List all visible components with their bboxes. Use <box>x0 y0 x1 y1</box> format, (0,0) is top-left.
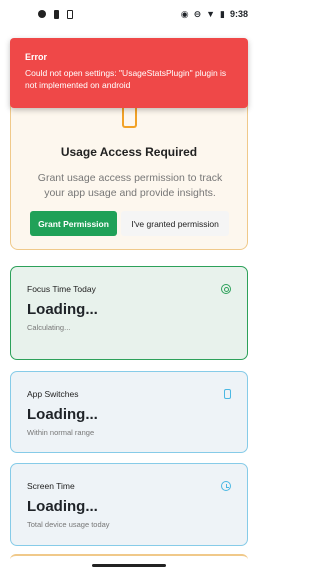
usage-access-description: Grant usage access permission to track y… <box>37 172 223 199</box>
card-subtitle: Within normal range <box>27 428 95 437</box>
error-message: Could not open settings: "UsageStatsPlug… <box>25 68 227 90</box>
status-bar: ◉ ⊖ ▼ ▮ 9:38 <box>0 0 258 28</box>
card-value: Loading... <box>27 301 98 318</box>
error-title: Error <box>25 52 48 62</box>
status-time: 9:38 <box>229 9 248 19</box>
card-title: Screen Time <box>27 481 75 491</box>
sim-icon <box>54 9 59 19</box>
error-toast[interactable]: Error Could not open settings: "UsageSta… <box>10 38 248 108</box>
grant-permission-button[interactable]: Grant Permission <box>30 211 117 236</box>
phone-icon <box>122 106 137 128</box>
wifi-icon: ▼ <box>206 9 216 19</box>
usage-access-title: Usage Access Required <box>60 145 198 159</box>
card-value: Loading... <box>27 406 98 423</box>
focus-time-card[interactable]: Focus Time Today Loading... Calculating.… <box>10 266 248 360</box>
camera-icon <box>38 10 46 18</box>
granted-permission-button[interactable]: I've granted permission <box>121 211 229 236</box>
card-subtitle: Total device usage today <box>27 520 110 529</box>
card-value: Loading... <box>27 498 98 515</box>
clock-icon <box>221 481 231 491</box>
navigation-bar <box>0 559 258 573</box>
screen-time-card[interactable]: Screen Time Loading... Total device usag… <box>10 463 248 546</box>
target-icon <box>221 284 231 294</box>
card-title: Focus Time Today <box>27 284 96 294</box>
app-switches-card[interactable]: App Switches Loading... Within normal ra… <box>10 371 248 453</box>
phone-icon <box>224 389 231 399</box>
battery-charge-icon <box>67 9 73 19</box>
card-title: App Switches <box>27 389 79 399</box>
usage-access-card: Usage Access Required Grant usage access… <box>10 92 248 250</box>
home-indicator[interactable] <box>92 564 166 567</box>
do-not-disturb-icon: ⊖ <box>193 8 202 19</box>
battery-icon: ▮ <box>220 8 225 19</box>
card-subtitle: Calculating... <box>27 323 71 332</box>
eye-icon: ◉ <box>180 8 189 19</box>
